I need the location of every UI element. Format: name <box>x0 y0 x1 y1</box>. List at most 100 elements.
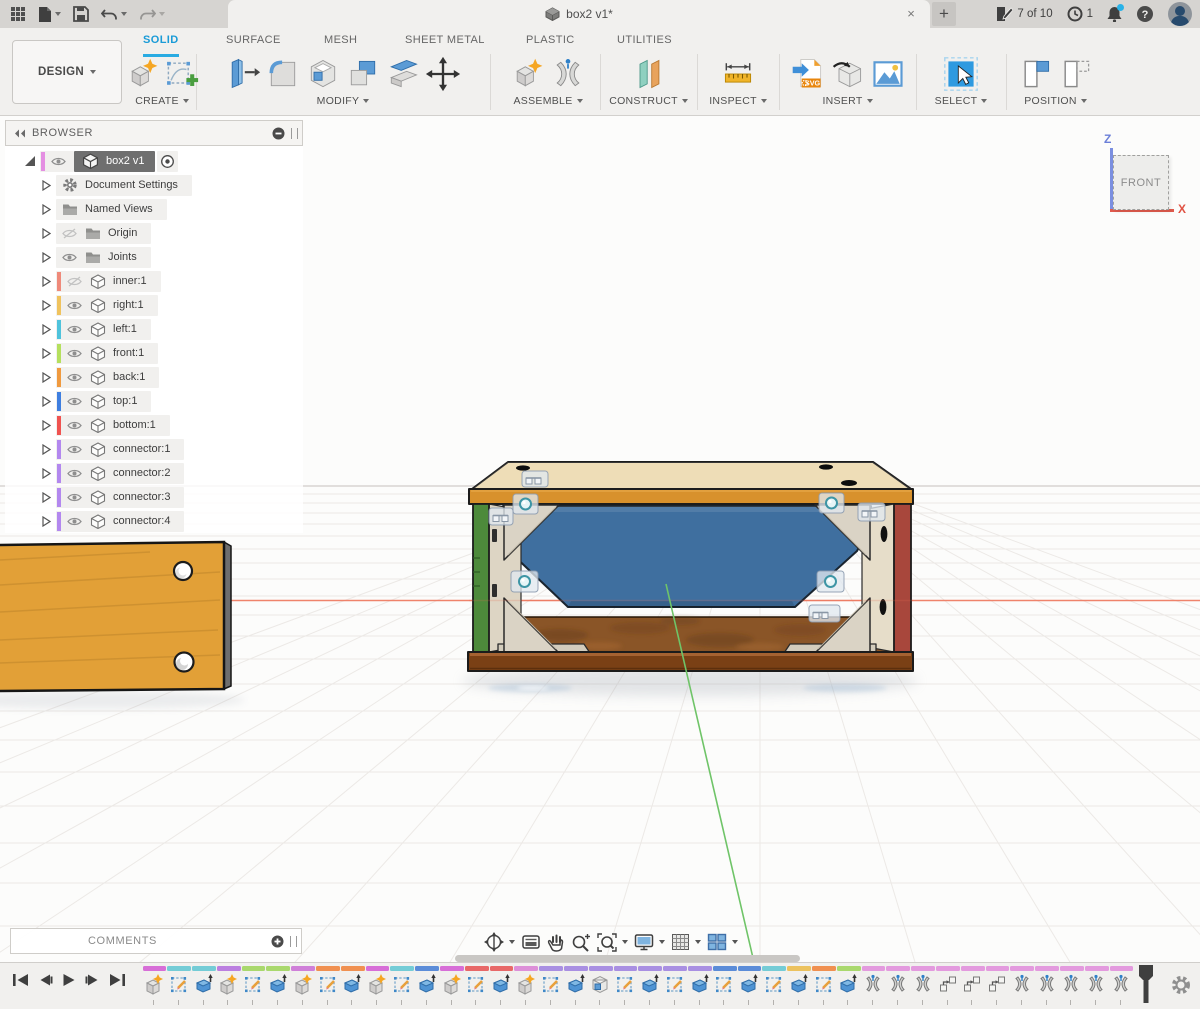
capture-position-icon[interactable] <box>1017 55 1055 93</box>
display-settings-tool[interactable] <box>634 933 665 951</box>
collapse-panel-icon[interactable] <box>14 129 26 138</box>
timeline-marker[interactable] <box>1138 963 1154 1005</box>
expand-icon[interactable] <box>41 420 51 431</box>
alerts-button[interactable] <box>1107 6 1122 22</box>
timeline-feature-sketch[interactable] <box>762 964 787 1006</box>
browser-item-bottom-1[interactable]: bottom:1 <box>5 413 303 437</box>
timeline-step-forward-button[interactable] <box>85 973 100 987</box>
zoom-tool[interactable] <box>571 933 591 952</box>
notification-center-button[interactable]: 1 <box>1067 6 1093 22</box>
insert-svg-icon[interactable]: SVG <box>789 55 827 93</box>
grid-settings-tool[interactable] <box>671 933 701 951</box>
eye-icon[interactable] <box>61 300 86 311</box>
browser-item-inner-1[interactable]: inner:1 <box>5 269 303 293</box>
timeline-feature-cube[interactable] <box>588 964 613 1006</box>
decal-icon[interactable] <box>829 55 867 93</box>
ribbon-tab-utilities[interactable]: UTILITIES <box>617 34 672 52</box>
timeline-feature-sketch[interactable] <box>712 964 737 1006</box>
browser-item-back-1[interactable]: back:1 <box>5 365 303 389</box>
help-button[interactable]: ? <box>1136 5 1154 23</box>
ribbon-group-label[interactable]: INSERT <box>779 95 916 107</box>
hide-panel-icon[interactable] <box>272 127 285 140</box>
eye-icon[interactable] <box>61 396 86 407</box>
browser-item-joints[interactable]: Joints <box>5 245 303 269</box>
timeline-feature-joint[interactable] <box>861 964 886 1006</box>
eye-icon[interactable] <box>61 324 86 335</box>
timeline-feature-extrude[interactable] <box>340 964 365 1006</box>
timeline-feature-comp[interactable] <box>142 964 167 1006</box>
measure-icon[interactable] <box>719 55 757 93</box>
timeline-feature-extrude[interactable] <box>688 964 713 1006</box>
ribbon-group-label[interactable]: POSITION <box>1006 95 1105 107</box>
eye-icon[interactable] <box>56 252 81 263</box>
timeline-feature-extrude[interactable] <box>266 964 291 1006</box>
canvas-icon[interactable] <box>869 55 907 93</box>
expand-comments-icon[interactable] <box>271 935 284 948</box>
joint-ball-glyph[interactable] <box>511 571 538 592</box>
view-cube[interactable]: FRONT Z X <box>1098 130 1194 226</box>
panel-drag-handle[interactable] <box>291 128 298 139</box>
expand-icon[interactable] <box>25 156 35 167</box>
expand-icon[interactable] <box>41 276 51 287</box>
joint-tab-glyph[interactable] <box>809 605 840 622</box>
timeline-feature-comp[interactable] <box>216 964 241 1006</box>
new-component-icon[interactable] <box>509 55 547 93</box>
fillet-icon[interactable] <box>264 55 302 93</box>
timeline-feature-comp[interactable] <box>365 964 390 1006</box>
timeline-feature-joint[interactable] <box>886 964 911 1006</box>
look-at-tool[interactable] <box>521 933 541 951</box>
move-icon[interactable] <box>424 55 462 93</box>
joint-tab-glyph[interactable] <box>489 508 513 525</box>
timeline-play-button[interactable] <box>62 973 76 987</box>
browser-item-document-settings[interactable]: Document Settings <box>5 173 303 197</box>
side-panel-component[interactable] <box>0 542 231 691</box>
expand-icon[interactable] <box>41 252 51 263</box>
browser-item-named-views[interactable]: Named Views <box>5 197 303 221</box>
redo-button[interactable] <box>135 2 169 26</box>
browser-item-top-1[interactable]: top:1 <box>5 389 303 413</box>
press-pull-icon[interactable] <box>224 55 262 93</box>
timeline-feature-extrude[interactable] <box>737 964 762 1006</box>
timeline-step-back-button[interactable] <box>38 973 53 987</box>
viewports-tool[interactable] <box>707 933 738 951</box>
timeline-feature-extrude[interactable] <box>192 964 217 1006</box>
eye-icon[interactable] <box>61 444 86 455</box>
workspace-selector[interactable]: DESIGN <box>12 40 122 104</box>
eye-icon[interactable] <box>61 372 86 383</box>
browser-item-connector-2[interactable]: connector:2 <box>5 461 303 485</box>
new-tab-button[interactable]: + <box>932 2 956 26</box>
expand-icon[interactable] <box>41 300 51 311</box>
joint-icon[interactable] <box>549 55 587 93</box>
browser-item-connector-3[interactable]: connector:3 <box>5 485 303 509</box>
timeline-feature-extrude[interactable] <box>638 964 663 1006</box>
ribbon-group-label[interactable]: CONSTRUCT <box>600 95 697 107</box>
eye-icon[interactable] <box>61 420 86 431</box>
timeline-skip-end-button[interactable] <box>109 973 126 987</box>
select-icon[interactable] <box>942 55 980 93</box>
timeline-feature-extrude[interactable] <box>415 964 440 1006</box>
expand-icon[interactable] <box>41 516 51 527</box>
ribbon-group-label[interactable]: MODIFY <box>196 95 490 107</box>
timeline-skip-start-button[interactable] <box>12 973 29 987</box>
new-component-icon[interactable] <box>125 55 161 93</box>
timeline-feature-joint[interactable] <box>1010 964 1035 1006</box>
ribbon-tab-mesh[interactable]: MESH <box>324 34 357 52</box>
eye-icon[interactable] <box>61 276 86 287</box>
timeline-feature-sketch[interactable] <box>613 964 638 1006</box>
ribbon-group-label[interactable]: CREATE <box>128 95 196 107</box>
timeline-feature-comp[interactable] <box>514 964 539 1006</box>
expand-icon[interactable] <box>41 348 51 359</box>
timeline-feature-joint[interactable] <box>1059 964 1084 1006</box>
orbit-tool[interactable] <box>484 932 515 952</box>
joint-ball-glyph[interactable] <box>513 494 538 514</box>
expand-icon[interactable] <box>41 444 51 455</box>
browser-item-front-1[interactable]: front:1 <box>5 341 303 365</box>
create-sketch-icon[interactable] <box>163 55 199 93</box>
timeline-feature-movecopy[interactable] <box>936 964 961 1006</box>
view-cube-front-face[interactable]: FRONT <box>1113 155 1169 210</box>
browser-item-right-1[interactable]: right:1 <box>5 293 303 317</box>
timeline-settings-gear-icon[interactable] <box>1170 974 1192 996</box>
joint-tab-glyph[interactable] <box>522 471 548 487</box>
timeline-feature-extrude[interactable] <box>836 964 861 1006</box>
file-menu-button[interactable] <box>34 2 65 26</box>
